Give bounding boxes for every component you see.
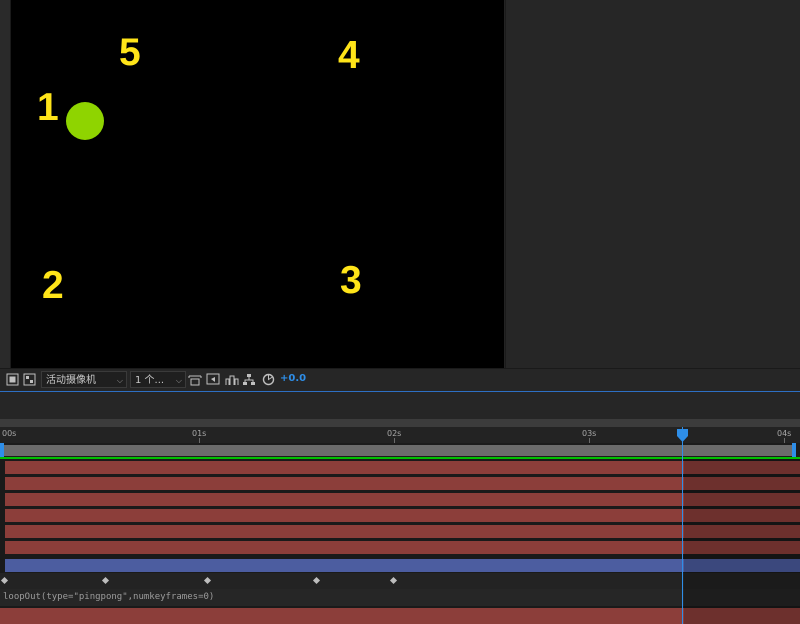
snapshot-icon[interactable] bbox=[206, 373, 220, 386]
layer-bar[interactable] bbox=[0, 608, 800, 624]
show-snapshot-icon[interactable] bbox=[225, 373, 239, 386]
keyframe-diamond[interactable] bbox=[389, 576, 398, 585]
ruler-label-02s: 02s bbox=[387, 429, 402, 438]
view-layout-label: 1 个... bbox=[135, 375, 165, 386]
exposure-value[interactable]: +0.0 bbox=[280, 373, 306, 384]
view-layout-dropdown[interactable]: 1 个... ⌵ bbox=[130, 371, 186, 388]
ruler-label-01s: 01s bbox=[192, 429, 207, 438]
layer-bar[interactable] bbox=[5, 461, 800, 474]
keyframe-row bbox=[0, 573, 800, 589]
chevron-down-icon: ⌵ bbox=[175, 376, 182, 385]
camera-dropdown-label: 活动摄像机 bbox=[46, 375, 96, 386]
green-ball-layer[interactable] bbox=[66, 102, 104, 140]
reset-exposure-icon[interactable] bbox=[262, 373, 276, 386]
current-time-indicator-line[interactable] bbox=[682, 427, 683, 624]
work-area-start-handle[interactable] bbox=[0, 443, 4, 457]
fit-icon[interactable] bbox=[188, 373, 202, 386]
keyframe-diamond[interactable] bbox=[312, 576, 321, 585]
time-navigator[interactable] bbox=[0, 419, 800, 427]
layer-bar[interactable] bbox=[5, 525, 800, 538]
left-panel-gutter bbox=[0, 0, 11, 368]
layer-bar[interactable] bbox=[5, 509, 800, 522]
transparency-grid-icon[interactable] bbox=[23, 373, 37, 386]
layer-bar[interactable] bbox=[5, 541, 800, 554]
expression-text[interactable]: loopOut(type="pingpong",numkeyframes=0) bbox=[3, 592, 214, 602]
work-area-bar[interactable] bbox=[4, 445, 794, 456]
ruler-label-00s: 00s bbox=[2, 429, 17, 438]
timeline-header bbox=[0, 391, 800, 420]
layer-bar[interactable] bbox=[5, 477, 800, 490]
region-icon[interactable] bbox=[6, 373, 20, 386]
right-panel bbox=[505, 0, 800, 368]
flowchart-icon[interactable] bbox=[242, 373, 256, 386]
label-1: 1 bbox=[37, 86, 59, 129]
composition-viewer[interactable]: 5 4 1 2 3 bbox=[11, 0, 504, 368]
camera-dropdown[interactable]: 活动摄像机 ⌵ bbox=[41, 371, 127, 388]
ruler-label-04s: 04s bbox=[777, 429, 792, 438]
keyframe-diamond[interactable] bbox=[101, 576, 110, 585]
layer-bar-selected[interactable] bbox=[5, 559, 800, 572]
viewer-toolbar: 活动摄像机 ⌵ 1 个... ⌵ +0.0 bbox=[0, 368, 800, 391]
keyframe-diamond[interactable] bbox=[0, 576, 9, 585]
current-time-indicator-icon[interactable] bbox=[677, 427, 688, 442]
keyframe-diamond[interactable] bbox=[203, 576, 212, 585]
label-5: 5 bbox=[119, 31, 141, 74]
label-2: 2 bbox=[42, 264, 64, 307]
ruler-label-03s: 03s bbox=[582, 429, 597, 438]
work-area-end-handle[interactable] bbox=[792, 443, 796, 457]
label-3: 3 bbox=[340, 259, 362, 302]
beyond-playhead-shade bbox=[684, 459, 800, 624]
chevron-down-icon: ⌵ bbox=[116, 376, 123, 385]
layer-bar[interactable] bbox=[5, 493, 800, 506]
label-4: 4 bbox=[338, 34, 360, 77]
